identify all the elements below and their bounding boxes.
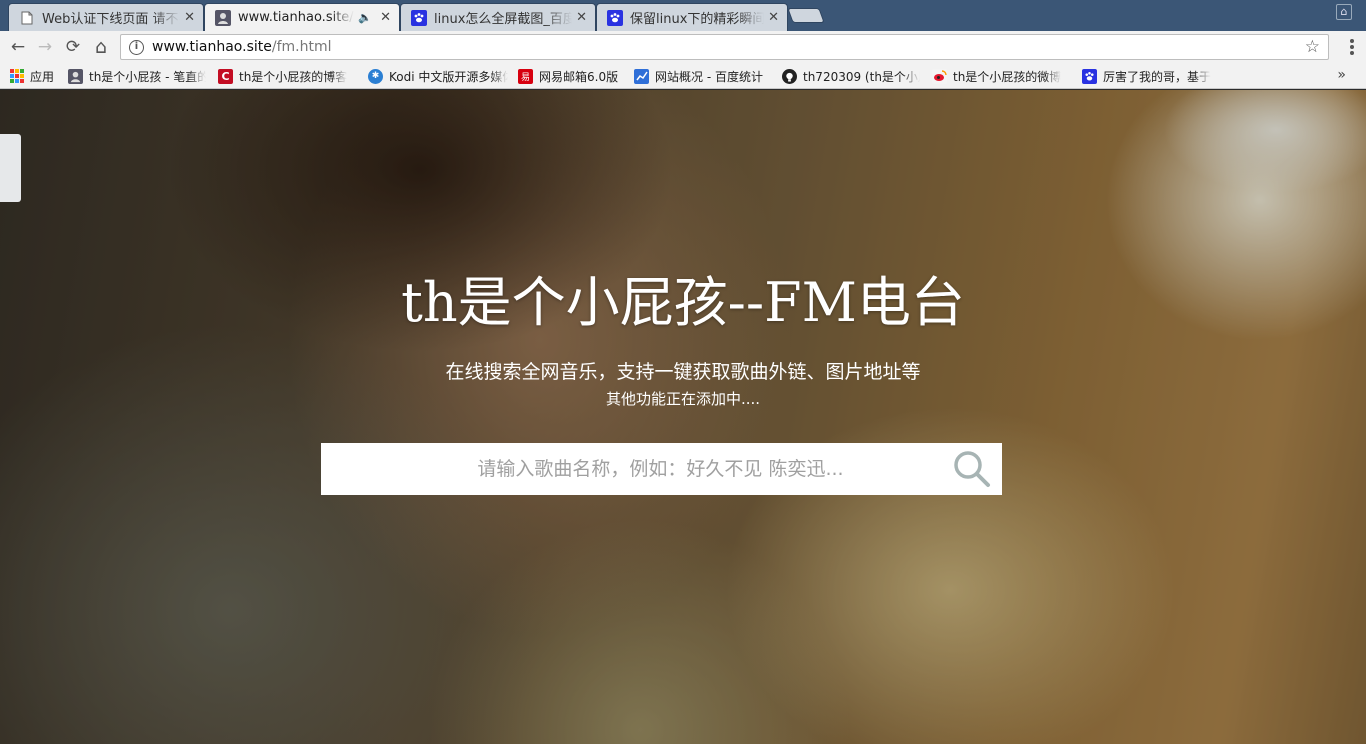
browser-toolbar: ← → ⟳ ⌂ i www.tianhao.site/fm.html ☆ (0, 31, 1366, 63)
search-input[interactable] (321, 443, 942, 495)
bookmark-label: th是个小屁孩的博客 (239, 69, 348, 84)
speaker-icon[interactable]: 🔈 (358, 11, 372, 24)
background-overlay (0, 90, 1366, 744)
bookmark-label: 网站概况 - 百度统计 (655, 69, 763, 84)
tab-fm[interactable]: www.tianhao.site/fm.html 🔈 ✕ (204, 3, 400, 31)
close-icon[interactable]: ✕ (380, 10, 391, 25)
side-drawer-handle[interactable] (0, 134, 21, 202)
bookmarks-overflow-button[interactable]: » (1337, 67, 1346, 83)
github-icon (782, 68, 797, 84)
bookmarks-bar: 应用 th是个小屁孩 - 笔直的博客 C th是个小屁孩的博客 ✱ Kodi 中… (0, 63, 1366, 89)
bookmark-label: th720309 (th是个小屁孩) (803, 69, 920, 84)
bookmark-item[interactable]: C th是个小屁孩的博客 (218, 67, 356, 85)
baidu-stats-icon (634, 68, 649, 84)
bookmark-item[interactable]: 易 网易邮箱6.0版 (518, 67, 628, 85)
bookmark-item[interactable]: ✱ Kodi 中文版开源多媒体 (368, 67, 508, 85)
page-content: th是个小屁孩--FM电台 在线搜索全网音乐，支持一键获取歌曲外链、图片地址等 … (0, 90, 1366, 744)
menu-icon[interactable] (1350, 39, 1354, 55)
profile-icon[interactable]: ⌂ (1336, 4, 1352, 20)
info-icon[interactable]: i (129, 39, 144, 55)
netease-mail-icon: 易 (518, 68, 533, 84)
bookmark-label: Kodi 中文版开源多媒体 (389, 69, 508, 84)
bookmark-label: th是个小屁孩 - 笔直的博客 (89, 69, 206, 84)
document-icon (19, 10, 35, 26)
back-button[interactable]: ← (6, 35, 30, 59)
search-button[interactable] (942, 443, 1002, 495)
tab-title: Web认证下线页面 请不要关闭 (42, 12, 180, 27)
bookmark-item[interactable]: th是个小屁孩的微博 (932, 67, 1070, 85)
bookmark-label: 网易邮箱6.0版 (539, 69, 619, 84)
close-icon[interactable]: ✕ (576, 10, 587, 25)
tab-linux-screenshot[interactable]: linux怎么全屏截图_百度知道 ✕ (400, 3, 596, 31)
avatar-icon (215, 9, 231, 26)
tab-linux-moments[interactable]: 保留linux下的精彩瞬间 ✕ (596, 3, 788, 31)
close-icon[interactable]: ✕ (184, 10, 195, 25)
kodi-globe-icon: ✱ (368, 68, 383, 84)
baidu-paw-icon (1082, 68, 1097, 84)
baidu-paw-icon (411, 9, 427, 26)
bookmark-apps[interactable]: 应用 (10, 67, 62, 85)
search-box (321, 443, 1002, 495)
avatar-icon (68, 68, 83, 84)
search-icon (954, 451, 990, 487)
csdn-icon: C (218, 68, 233, 84)
bookmark-item[interactable]: th720309 (th是个小屁孩) (782, 67, 920, 85)
weibo-icon (932, 68, 947, 84)
page-title: th是个小屁孩--FM电台 (401, 271, 965, 334)
bookmark-item[interactable]: th是个小屁孩 - 笔直的博客 (68, 67, 206, 85)
close-icon[interactable]: ✕ (768, 10, 779, 25)
bookmark-item[interactable]: 厉害了我的哥，基于 (1082, 67, 1220, 85)
bookmark-label: 应用 (30, 69, 55, 84)
tab-strip: Web认证下线页面 请不要关闭 ✕ www.tianhao.site/fm.ht… (0, 0, 1366, 31)
tab-title: 保留linux下的精彩瞬间 (630, 12, 765, 27)
new-tab-button[interactable] (787, 8, 825, 23)
address-bar[interactable]: i www.tianhao.site/fm.html ☆ (120, 34, 1329, 60)
baidu-paw-icon (607, 9, 623, 26)
bookmark-label: 厉害了我的哥，基于 (1103, 69, 1212, 84)
url-host: www.tianhao.site (152, 39, 272, 55)
bookmark-label: th是个小屁孩的微博 (953, 69, 1062, 84)
home-button[interactable]: ⌂ (89, 35, 113, 59)
bookmark-item[interactable]: 网站概况 - 百度统计 (634, 67, 774, 85)
tab-title: www.tianhao.site/fm.html (238, 10, 354, 25)
forward-button[interactable]: → (33, 35, 57, 59)
page-subtitle: 在线搜索全网音乐，支持一键获取歌曲外链、图片地址等 (445, 361, 921, 383)
reload-button[interactable]: ⟳ (61, 35, 85, 59)
apps-grid-icon (10, 69, 24, 83)
bookmark-star-icon[interactable]: ☆ (1305, 37, 1320, 57)
page-notice: 其他功能正在添加中.... (605, 390, 761, 408)
tab-web-auth[interactable]: Web认证下线页面 请不要关闭 ✕ (8, 3, 204, 31)
url-path: /fm.html (271, 39, 332, 55)
tab-title: linux怎么全屏截图_百度知道 (434, 12, 572, 27)
